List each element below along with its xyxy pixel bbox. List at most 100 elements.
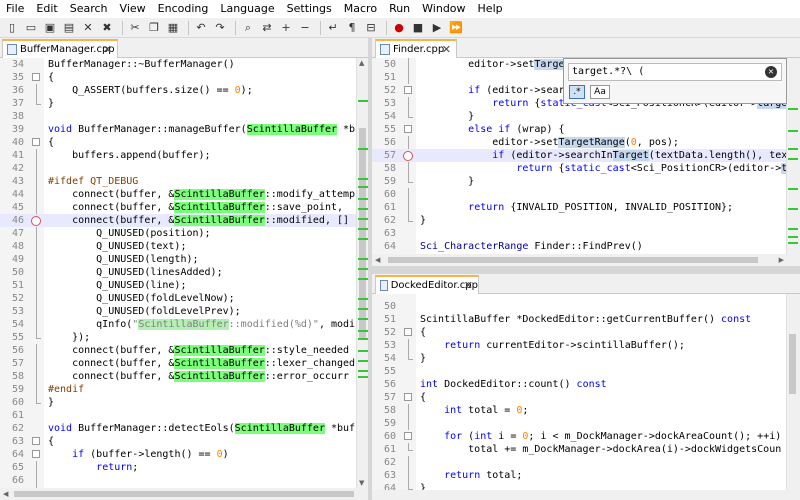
fold-toggle-icon[interactable] <box>402 430 414 443</box>
fold-margin <box>30 370 42 383</box>
play-macro-icon[interactable]: ▶ <box>429 20 445 36</box>
line-number: 59 <box>383 418 396 429</box>
line-number: 35 <box>11 72 24 83</box>
code-text: if (editor->searchInTarget(textData.leng… <box>492 150 786 161</box>
fold-margin <box>402 313 414 326</box>
code-text: ScintillaBuffer *DockedEditor::getCurren… <box>420 314 752 325</box>
fold-toggle-icon[interactable] <box>30 435 42 448</box>
menu-edit[interactable]: Edit <box>30 0 63 18</box>
tab-dockededitor-cpp[interactable]: DockedEditor.cpp ✕ <box>375 275 479 294</box>
fold-toggle-icon[interactable] <box>30 71 42 84</box>
left-horizontal-scrollbar[interactable]: ◀ <box>0 488 368 500</box>
menu-help[interactable]: Help <box>472 0 509 18</box>
horizontal-splitter[interactable] <box>372 266 800 274</box>
fold-toggle-icon[interactable] <box>402 123 414 136</box>
right-top-vertical-scrollbar[interactable] <box>786 58 798 254</box>
zoom-out-icon[interactable]: − <box>297 20 313 36</box>
toolbar-separator <box>386 20 387 35</box>
show-all-chars-icon[interactable]: ¶ <box>344 20 360 36</box>
save-all-icon[interactable]: ▤ <box>61 20 77 36</box>
find-icon[interactable]: ⌕ <box>240 20 256 36</box>
right-top-horizontal-scrollbar[interactable]: ◀ ▶ <box>372 254 800 266</box>
paste-icon[interactable]: ▦ <box>165 20 181 36</box>
code-text: Q_UNUSED(foldLevelNow); <box>48 293 235 304</box>
indent-guide-icon[interactable]: ⊟ <box>363 20 379 36</box>
close-tab-icon[interactable]: ✕ <box>464 279 473 292</box>
fold-margin <box>30 201 42 214</box>
scroll-right-icon[interactable]: ▶ <box>779 256 784 264</box>
line-number: 59 <box>383 176 396 187</box>
toolbar-separator <box>188 20 189 35</box>
scroll-up-icon[interactable]: ▲ <box>359 59 364 67</box>
redo-icon[interactable]: ↷ <box>212 20 228 36</box>
tab-finder-cpp[interactable]: Finder.cpp ✕ <box>375 39 457 58</box>
right-bottom-vertical-scrollbar[interactable] <box>786 294 798 490</box>
save-icon[interactable]: ▣ <box>42 20 58 36</box>
line-number: 52 <box>383 85 396 96</box>
open-file-icon[interactable]: ▭ <box>23 20 39 36</box>
cut-icon[interactable]: ✂ <box>127 20 143 36</box>
word-wrap-icon[interactable]: ↵ <box>325 20 341 36</box>
fold-toggle-icon[interactable] <box>30 136 42 149</box>
code-line: 63 return total; <box>372 469 786 482</box>
search-result-marker <box>358 186 368 188</box>
fold-margin <box>30 331 42 344</box>
menu-view[interactable]: View <box>114 0 152 18</box>
menu-language[interactable]: Language <box>214 0 280 18</box>
find-query: target.*?\ ( <box>572 66 645 77</box>
clear-search-icon[interactable]: ✕ <box>765 66 777 78</box>
menu-window[interactable]: Window <box>416 0 471 18</box>
undo-icon[interactable]: ↶ <box>193 20 209 36</box>
left-vertical-scrollbar[interactable]: ▲ ▼ <box>356 58 368 488</box>
code-line: 66 <box>0 474 356 487</box>
menu-search[interactable]: Search <box>64 0 114 18</box>
close-tab-icon[interactable]: ✕ <box>442 43 451 56</box>
zoom-in-icon[interactable]: + <box>278 20 294 36</box>
line-number: 53 <box>383 98 396 109</box>
code-text: int DockedEditor::count() const <box>420 379 607 390</box>
code-text: qInfo("ScintillaBuffer::modified(%d)", m… <box>48 319 356 330</box>
code-text: { <box>48 436 55 447</box>
menu-file[interactable]: File <box>0 0 30 18</box>
close-tab-icon[interactable]: ✕ <box>103 43 112 56</box>
left-hscroll-thumb[interactable] <box>14 491 354 497</box>
scroll-down-icon[interactable]: ▼ <box>359 479 364 487</box>
code-line: 36 Q_ASSERT(buffers.size() == 0); <box>0 84 356 97</box>
fold-toggle-icon[interactable] <box>30 448 42 461</box>
search-result-marker <box>788 158 798 160</box>
scroll-left-icon[interactable]: ◀ <box>375 256 380 264</box>
right-bottom-scroll-thumb[interactable] <box>789 334 796 394</box>
menu-settings[interactable]: Settings <box>281 0 338 18</box>
regex-toggle-button[interactable]: .* <box>569 85 585 99</box>
fold-toggle-icon[interactable] <box>402 391 414 404</box>
run-macro-multiple-icon[interactable]: ⏩ <box>448 20 464 36</box>
left-editor[interactable]: 34 BufferManager::~BufferManager() 35{36 Q… <box>0 58 356 488</box>
fold-toggle-icon[interactable] <box>402 84 414 97</box>
line-number: 54 <box>383 111 396 122</box>
code-text: void BufferManager::detectEols(Scintilla… <box>48 423 356 434</box>
find-replace-icon[interactable]: ⇄ <box>259 20 275 36</box>
match-case-toggle-button[interactable]: Aa <box>590 85 610 99</box>
menu-run[interactable]: Run <box>383 0 416 18</box>
fold-toggle-icon[interactable] <box>402 326 414 339</box>
right-bottom-editor[interactable]: 50 51 ScintillaBuffer *DockedEditor::getCu… <box>372 294 786 490</box>
tab-label: BufferManager.cpp <box>20 44 115 55</box>
menu-macro[interactable]: Macro <box>338 0 383 18</box>
stop-record-icon[interactable]: ■ <box>410 20 426 36</box>
new-file-icon[interactable]: ▯ <box>4 20 20 36</box>
line-number: 51 <box>11 280 24 291</box>
line-number: 37 <box>11 98 24 109</box>
right-top-hscroll-thumb[interactable] <box>388 257 758 263</box>
scroll-left-icon[interactable]: ◀ <box>3 490 8 498</box>
record-macro-icon[interactable]: ● <box>391 20 407 36</box>
find-input[interactable]: target.*?\ ( ✕ <box>568 63 782 81</box>
right-bottom-horizontal-scrollbar[interactable] <box>372 490 800 500</box>
line-number: 54 <box>11 319 24 330</box>
close-all-icon[interactable]: ✖ <box>99 20 115 36</box>
left-scroll-thumb[interactable] <box>359 128 366 338</box>
tab-buffermanager-cpp[interactable]: BufferManager.cpp ✕ <box>2 39 118 58</box>
copy-icon[interactable]: ❐ <box>146 20 162 36</box>
close-icon[interactable]: ✕ <box>80 20 96 36</box>
code-text: Q_UNUSED(line); <box>48 280 187 291</box>
menu-encoding[interactable]: Encoding <box>152 0 215 18</box>
